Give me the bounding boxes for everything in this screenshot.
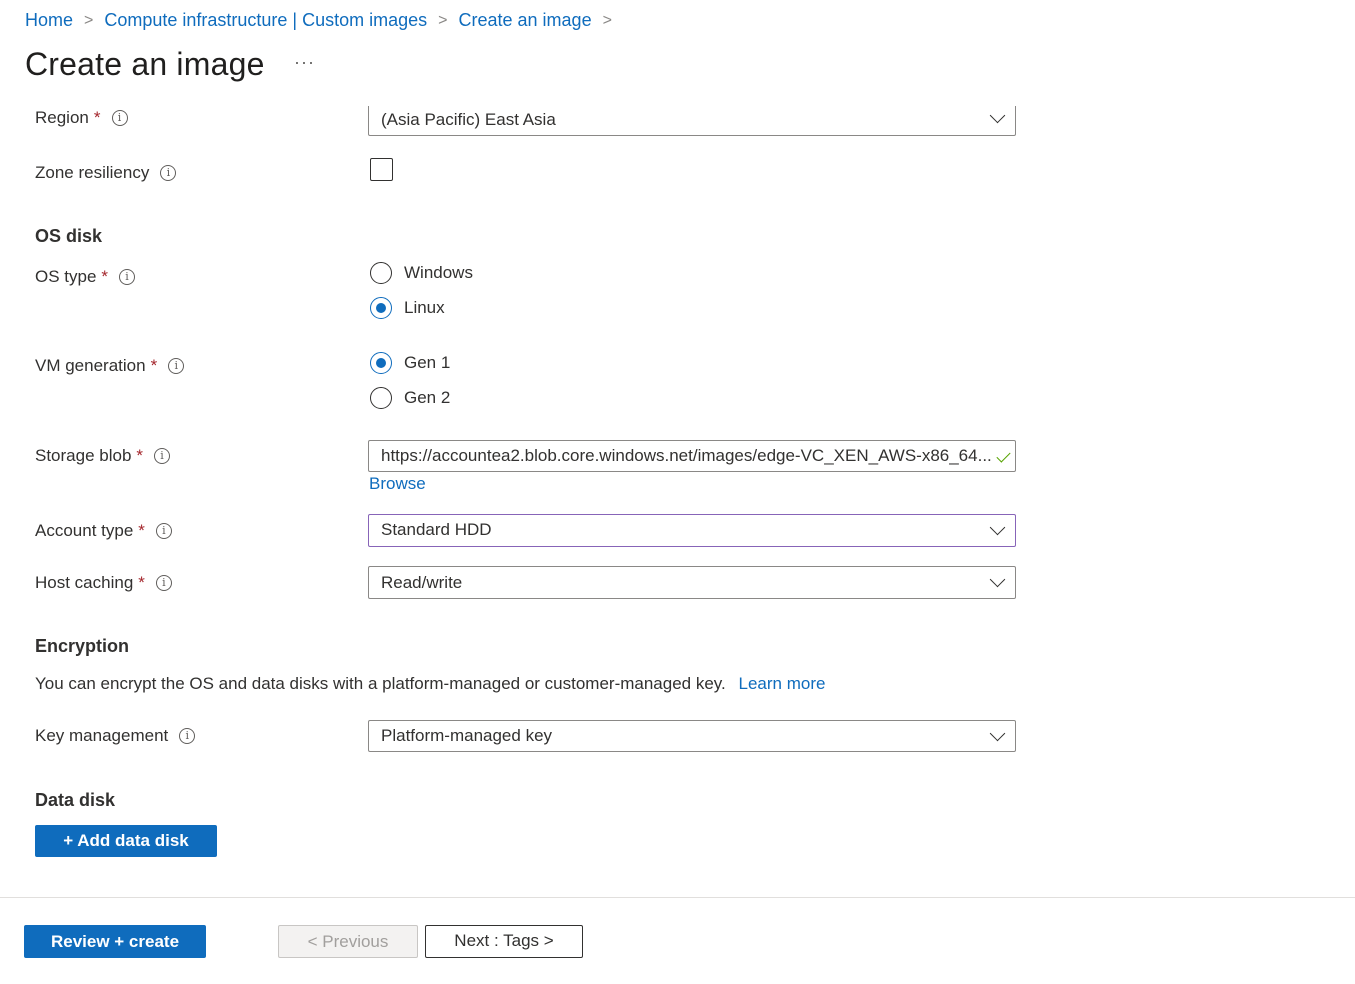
chevron-right-icon: > bbox=[84, 11, 94, 29]
account-type-dropdown[interactable]: Standard HDD bbox=[368, 514, 1016, 547]
os-type-windows-radio[interactable]: Windows bbox=[370, 262, 473, 284]
os-type-linux-radio[interactable]: Linux bbox=[370, 297, 445, 319]
footer-divider bbox=[0, 897, 1355, 898]
breadcrumb-home[interactable]: Home bbox=[25, 10, 73, 31]
vm-gen1-radio[interactable]: Gen 1 bbox=[370, 352, 450, 374]
required-marker: * bbox=[101, 267, 109, 286]
region-value: (Asia Pacific) East Asia bbox=[381, 110, 556, 129]
radio-label: Windows bbox=[404, 263, 473, 282]
info-icon[interactable]: i bbox=[168, 358, 185, 374]
vm-generation-label-text: VM generation bbox=[35, 356, 146, 375]
review-create-button[interactable]: Review + create bbox=[24, 925, 206, 958]
host-caching-value: Read/write bbox=[381, 573, 463, 592]
region-label: Region * i bbox=[35, 108, 128, 128]
region-label-text: Region bbox=[35, 108, 89, 127]
account-type-label-text: Account type bbox=[35, 521, 134, 540]
required-marker: * bbox=[136, 446, 144, 465]
host-caching-dropdown[interactable]: Read/write bbox=[368, 566, 1016, 599]
key-management-dropdown[interactable]: Platform-managed key bbox=[368, 720, 1016, 752]
chevron-down-icon bbox=[989, 571, 1006, 588]
os-type-label-text: OS type bbox=[35, 267, 97, 286]
radio-label: Linux bbox=[404, 298, 445, 317]
required-marker: * bbox=[93, 108, 101, 127]
more-options-button[interactable]: ··· bbox=[294, 52, 315, 73]
info-icon[interactable]: i bbox=[179, 728, 196, 744]
breadcrumb-create-image[interactable]: Create an image bbox=[459, 10, 592, 31]
chevron-down-icon bbox=[989, 107, 1006, 124]
region-dropdown[interactable]: (Asia Pacific) East Asia bbox=[368, 106, 1016, 136]
radio-circle-selected bbox=[370, 352, 392, 374]
info-icon[interactable]: i bbox=[154, 448, 171, 464]
radio-circle bbox=[370, 387, 392, 409]
storage-blob-input[interactable]: https://accountea2.blob.core.windows.net… bbox=[368, 440, 1016, 472]
breadcrumb: Home > Compute infrastructure | Custom i… bbox=[25, 10, 623, 31]
info-icon[interactable]: i bbox=[160, 165, 177, 181]
chevron-down-icon bbox=[989, 519, 1006, 536]
key-management-label-text: Key management bbox=[35, 726, 169, 745]
zone-resiliency-label-text: Zone resiliency bbox=[35, 163, 150, 182]
chevron-right-icon: > bbox=[602, 11, 612, 29]
form-scroll-area[interactable]: Region * i (Asia Pacific) East Asia Zone… bbox=[0, 106, 1355, 898]
zone-resiliency-label: Zone resiliency i bbox=[35, 163, 177, 183]
storage-blob-label: Storage blob * i bbox=[35, 446, 171, 466]
learn-more-link[interactable]: Learn more bbox=[739, 674, 826, 693]
os-disk-heading: OS disk bbox=[35, 226, 103, 246]
vm-generation-label: VM generation * i bbox=[35, 356, 185, 376]
browse-link[interactable]: Browse bbox=[369, 474, 426, 494]
os-type-label: OS type * i bbox=[35, 267, 136, 287]
breadcrumb-custom-images[interactable]: Compute infrastructure | Custom images bbox=[104, 10, 427, 31]
storage-blob-label-text: Storage blob bbox=[35, 446, 132, 465]
info-icon[interactable]: i bbox=[155, 575, 172, 591]
vm-gen2-radio[interactable]: Gen 2 bbox=[370, 387, 450, 409]
data-disk-heading: Data disk bbox=[35, 790, 116, 810]
radio-circle bbox=[370, 262, 392, 284]
info-icon[interactable]: i bbox=[111, 110, 128, 126]
required-marker: * bbox=[138, 521, 145, 540]
host-caching-label: Host caching * i bbox=[35, 573, 172, 593]
required-marker: * bbox=[138, 573, 145, 592]
encryption-description: You can encrypt the OS and data disks wi… bbox=[35, 674, 825, 694]
page-title: Create an image bbox=[25, 46, 265, 82]
account-type-label: Account type * i bbox=[35, 521, 172, 541]
key-management-label: Key management i bbox=[35, 726, 196, 746]
zone-resiliency-checkbox[interactable] bbox=[370, 158, 393, 181]
info-icon[interactable]: i bbox=[155, 523, 172, 539]
host-caching-label-text: Host caching bbox=[35, 573, 134, 592]
add-data-disk-button[interactable]: + Add data disk bbox=[35, 825, 217, 857]
radio-label: Gen 1 bbox=[404, 353, 451, 372]
checkmark-icon bbox=[996, 448, 1011, 463]
required-marker: * bbox=[150, 356, 158, 375]
previous-button[interactable]: < Previous bbox=[278, 925, 418, 958]
radio-circle-selected bbox=[370, 297, 392, 319]
info-icon[interactable]: i bbox=[119, 269, 136, 285]
chevron-down-icon bbox=[989, 725, 1006, 742]
next-tags-button[interactable]: Next : Tags > bbox=[425, 925, 583, 958]
chevron-right-icon: > bbox=[438, 11, 448, 29]
encryption-heading: Encryption bbox=[35, 636, 130, 656]
radio-label: Gen 2 bbox=[404, 388, 451, 407]
encryption-description-text: You can encrypt the OS and data disks wi… bbox=[35, 674, 726, 693]
account-type-value: Standard HDD bbox=[381, 520, 492, 539]
key-management-value: Platform-managed key bbox=[381, 726, 553, 745]
storage-blob-value: https://accountea2.blob.core.windows.net… bbox=[381, 446, 992, 465]
